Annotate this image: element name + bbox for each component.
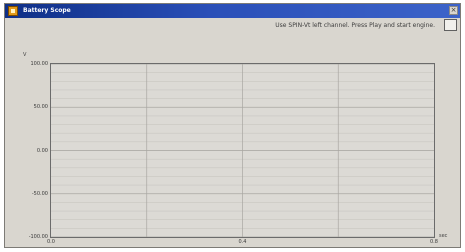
x-axis-label: sec: [439, 233, 448, 239]
y-tick-label: -50.00: [31, 190, 48, 197]
x-tick-label: 0.8: [430, 239, 438, 245]
close-button[interactable]: ×: [449, 6, 458, 15]
instruction-text: Use SPIN-Vt left channel. Press Play and…: [275, 22, 435, 29]
y-tick-label: -100.00: [28, 234, 48, 240]
scope-grid: [51, 64, 434, 237]
y-tick-label: 100.00: [30, 61, 49, 67]
app-icon: [8, 6, 18, 16]
title-bar[interactable]: Battery Scope ×: [5, 4, 460, 18]
y-tick-label: 50.00: [33, 104, 48, 111]
settings-box-icon[interactable]: [444, 19, 457, 31]
window-title: Battery Scope: [23, 7, 71, 14]
x-tick-label: 0.0: [47, 239, 55, 245]
scope-plot-area[interactable]: [50, 63, 435, 238]
y-tick-label: 0.00: [36, 147, 48, 154]
y-axis-label: V: [23, 52, 27, 58]
x-tick-label: 0.4: [238, 239, 247, 245]
